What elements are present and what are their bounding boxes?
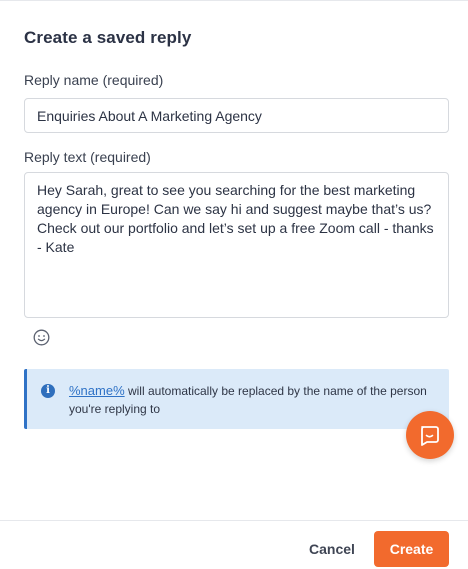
footer-divider [0, 520, 468, 521]
create-button[interactable]: Create [374, 531, 449, 567]
emoji-picker-button[interactable] [31, 327, 51, 347]
reply-name-input[interactable] [24, 98, 449, 133]
info-banner: i %name% will automatically be replaced … [24, 369, 449, 429]
name-token-link[interactable]: %name% [69, 383, 125, 398]
info-message: %name% will automatically be replaced by… [69, 382, 439, 418]
info-icon: i [41, 384, 55, 398]
smiley-icon [33, 329, 49, 345]
dialog-title: Create a saved reply [24, 28, 192, 47]
chat-bubble-icon [421, 426, 439, 446]
top-divider [0, 0, 468, 1]
cancel-button[interactable]: Cancel [300, 531, 364, 567]
reply-name-label: Reply name (required) [24, 72, 164, 88]
reply-text-label: Reply text (required) [24, 149, 151, 165]
reply-text-area[interactable]: Hey Sarah, great to see you searching fo… [24, 172, 449, 318]
chat-launcher-button[interactable] [406, 411, 454, 459]
